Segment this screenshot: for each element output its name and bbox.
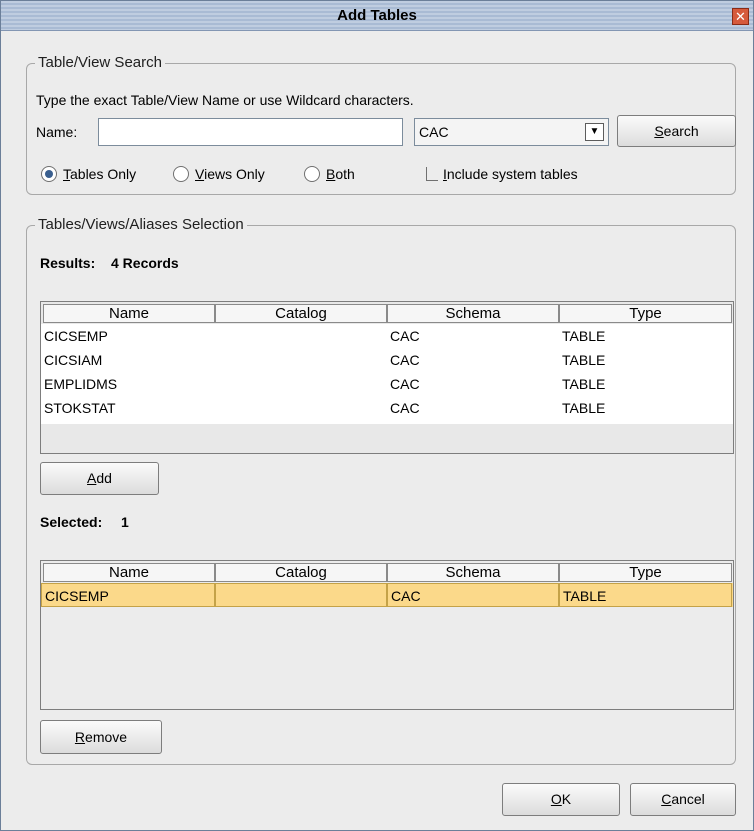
include-system-tables-checkbox[interactable]: [426, 167, 438, 181]
schema-dropdown-value: CAC: [419, 124, 449, 140]
dialog-title: Add Tables: [337, 7, 417, 24]
cell-name: STOKSTAT: [44, 400, 116, 416]
tables-only-mnemonic: T: [63, 166, 70, 182]
cell-name: EMPLIDMS: [44, 376, 118, 392]
cancel-button[interactable]: Cancel: [630, 783, 736, 816]
ok-button-mnemonic: O: [550, 791, 562, 807]
chevron-down-icon[interactable]: ▼: [585, 123, 604, 141]
cell-schema: CAC: [390, 328, 420, 344]
cancel-button-mnemonic: C: [661, 791, 672, 807]
selected-count: 1: [121, 514, 129, 530]
views-only-text: iews Only: [204, 166, 265, 182]
schema-dropdown[interactable]: CAC ▼: [414, 118, 609, 146]
cell-type: TABLE: [562, 352, 606, 368]
cell-catalog: [215, 396, 387, 420]
column-header-catalog[interactable]: Catalog: [215, 304, 387, 323]
both-radio[interactable]: [304, 166, 320, 182]
search-button-label: earch: [663, 123, 699, 139]
table-row[interactable]: CICSEMP CAC TABLE: [41, 324, 733, 348]
search-group-legend: Table/View Search: [35, 54, 165, 71]
ok-button-label: K: [561, 791, 572, 807]
cell-catalog: [215, 583, 387, 607]
cell-type: TABLE: [562, 328, 606, 344]
column-header-schema[interactable]: Schema: [387, 304, 559, 323]
remove-button[interactable]: Remove: [40, 720, 162, 754]
search-button-mnemonic: S: [654, 123, 664, 139]
title-bar[interactable]: Add Tables ✕: [1, 1, 753, 31]
selection-group-legend: Tables/Views/Aliases Selection: [35, 216, 247, 233]
cancel-button-label: ancel: [671, 791, 705, 807]
both-text: oth: [335, 166, 355, 182]
add-tables-dialog: Add Tables ✕ Table/View Search Type the …: [0, 0, 754, 831]
results-table: Name Catalog Schema Type CICSEMP CAC TAB…: [40, 301, 734, 454]
cell-catalog: [215, 324, 387, 348]
cell-schema: CAC: [390, 400, 420, 416]
tables-only-radio[interactable]: [41, 166, 57, 182]
cell-type: TABLE: [562, 400, 606, 416]
results-label: Results:: [40, 255, 96, 271]
column-header-catalog[interactable]: Catalog: [215, 563, 387, 582]
cell-schema: CAC: [387, 583, 559, 607]
column-header-type[interactable]: Type: [559, 563, 732, 582]
selected-table-header: Name Catalog Schema Type: [41, 561, 733, 582]
add-button-label: dd: [96, 470, 112, 486]
cell-type: TABLE: [562, 376, 606, 392]
views-only-mnemonic: V: [195, 166, 205, 182]
column-header-schema[interactable]: Schema: [387, 563, 559, 582]
cell-type: TABLE: [559, 583, 732, 607]
both-mnemonic: B: [326, 166, 336, 182]
cell-name: CICSEMP: [41, 583, 215, 607]
selected-label: Selected:: [40, 514, 103, 530]
remove-button-label: emove: [85, 729, 128, 745]
column-header-name[interactable]: Name: [43, 563, 215, 582]
table-row[interactable]: CICSEMP CAC TABLE: [41, 583, 733, 607]
table-row[interactable]: STOKSTAT CAC TABLE: [41, 396, 733, 420]
table-row[interactable]: EMPLIDMS CAC TABLE: [41, 372, 733, 396]
tables-only-label[interactable]: Tables Only: [63, 166, 136, 182]
selected-table-body: CICSEMP CAC TABLE: [41, 583, 733, 607]
remove-button-mnemonic: R: [74, 729, 86, 745]
close-icon[interactable]: ✕: [732, 8, 749, 25]
include-system-text: nclude system tables: [446, 166, 578, 182]
column-header-name[interactable]: Name: [43, 304, 215, 323]
cell-name: CICSIAM: [44, 352, 103, 368]
cell-schema: CAC: [390, 376, 420, 392]
cell-name: CICSEMP: [44, 328, 108, 344]
results-table-header: Name Catalog Schema Type: [41, 302, 733, 323]
both-label[interactable]: Both: [326, 166, 355, 182]
add-button-mnemonic: A: [87, 470, 97, 486]
views-only-radio[interactable]: [173, 166, 189, 182]
results-table-body: CICSEMP CAC TABLE CICSIAM CAC TABLE EMPL…: [41, 324, 733, 424]
search-instructions: Type the exact Table/View Name or use Wi…: [36, 92, 414, 108]
tables-only-text: ables Only: [70, 166, 137, 182]
results-count: 4 Records: [111, 255, 179, 271]
cell-schema: CAC: [390, 352, 420, 368]
table-row[interactable]: CICSIAM CAC TABLE: [41, 348, 733, 372]
cell-catalog: [215, 348, 387, 372]
name-input[interactable]: [98, 118, 403, 146]
cell-catalog: [215, 372, 387, 396]
add-button[interactable]: Add: [40, 462, 159, 495]
name-label: Name:: [36, 124, 78, 140]
column-header-type[interactable]: Type: [559, 304, 732, 323]
search-button[interactable]: Search: [617, 115, 736, 147]
selected-table: Name Catalog Schema Type CICSEMP CAC TAB…: [40, 560, 734, 710]
ok-button[interactable]: OK: [502, 783, 620, 816]
views-only-label[interactable]: Views Only: [195, 166, 265, 182]
include-system-tables-label[interactable]: Include system tables: [443, 166, 578, 182]
